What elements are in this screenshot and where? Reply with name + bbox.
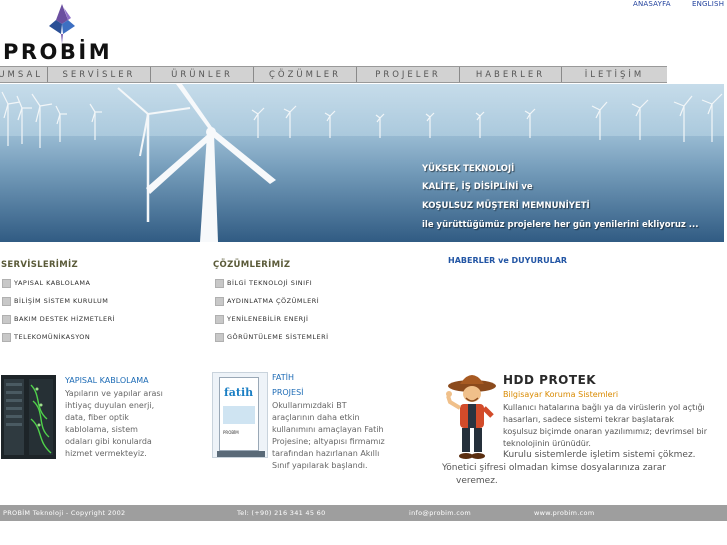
list-item[interactable]: BİLİŞİM SİSTEM KURULUM: [2, 292, 115, 310]
footer-copyright: PROBİM Teknoloji - Copyright 2002: [3, 509, 126, 517]
hdd-text-2-line-2: Yönetici şifresi olmadan kimse dosyaları…: [442, 463, 666, 473]
text-line: odaları gibi konularda: [65, 437, 152, 446]
top-links: ANASAYFA ENGLISH: [0, 0, 727, 10]
nav-label: HABERLER: [475, 69, 546, 80]
nav-item-urunler[interactable]: ÜRÜNLER: [151, 67, 254, 82]
footer-website[interactable]: www.probim.com: [534, 509, 594, 517]
list-item-label: BİLİŞİM SİSTEM KURULUM: [14, 297, 109, 305]
footer-email[interactable]: info@probim.com: [409, 509, 471, 517]
text-line: Sınıf yapılarak başlandı.: [272, 461, 368, 470]
poster-text: fatih: [224, 386, 254, 399]
poster-photo: [223, 406, 255, 424]
services-list: YAPISAL KABLOLAMA BİLİŞİM SİSTEM KURULUM…: [2, 274, 115, 346]
list-item[interactable]: TELEKOMÜNİKASYON: [2, 328, 115, 346]
text-line: hasarları, sadece sistemi tekrar başlata…: [503, 415, 675, 424]
cabling-title[interactable]: YAPISAL KABLOLAMA: [65, 376, 149, 385]
bullet-icon: [2, 332, 11, 342]
hdd-text-2-line-1: Kurulu sistemlerde işletim sistemi çökme…: [503, 450, 696, 460]
text-line: kablolama, sistem: [65, 425, 138, 434]
text-line: Okullarımızdaki BT: [272, 401, 347, 410]
text-line: data, fiber optik: [65, 413, 129, 422]
list-item[interactable]: AYDINLATMA ÇÖZÜMLERİ: [215, 292, 329, 310]
list-item-label: TELEKOMÜNİKASYON: [14, 333, 91, 341]
list-item[interactable]: GÖRÜNTÜLEME SİSTEMLERİ: [215, 328, 329, 346]
nav-label: İLETİŞİM: [584, 69, 645, 80]
list-item[interactable]: BİLGİ TEKNOLOJİ SINIFI: [215, 274, 329, 292]
poster-sub: PROBİM: [223, 430, 239, 435]
text-line: koşulsuz biçimde onaran yazılımımız; dev…: [503, 427, 708, 436]
text-line: Yapıların ve yapılar arası: [65, 389, 163, 398]
services-heading: SERVİSLERİMİZ: [1, 260, 78, 270]
bullet-icon: [215, 314, 224, 324]
nav-label: ÇÖZÜMLER: [268, 69, 342, 80]
list-item-label: YENİLENEBİLİR ENERJİ: [227, 315, 309, 323]
banner-line-3: KOŞULSUZ MÜŞTERİ MEMNUNİYETİ: [422, 201, 590, 211]
banner-line-2: KALİTE, İŞ DİSİPLİNİ ve: [422, 182, 533, 192]
nav-item-servisler[interactable]: SERVİSLER: [48, 67, 151, 82]
cabling-text: Yapıların ve yapılar arası ihtiyaç duyul…: [65, 388, 163, 460]
footer: PROBİM Teknoloji - Copyright 2002 Tel: (…: [0, 505, 727, 521]
poster-panel: fatih PROBİM: [219, 377, 259, 451]
hero-banner: YÜKSEK TEKNOLOJİ KALİTE, İŞ DİSİPLİNİ ve…: [0, 84, 724, 242]
nav-label: PROJELER: [375, 69, 441, 80]
text-line: tarafından hazırlanan Akıllı: [272, 449, 380, 458]
solutions-heading: ÇÖZÜMLERİMİZ: [213, 260, 291, 270]
main-nav: KURUMSAL SERVİSLER ÜRÜNLER ÇÖZÜMLER PROJ…: [0, 66, 667, 83]
list-item[interactable]: YENİLENEBİLİR ENERJİ: [215, 310, 329, 328]
footer-phone: Tel: (+90) 216 341 45 60: [237, 509, 326, 517]
bullet-icon: [2, 314, 11, 324]
text-line: hizmet vermekteyiz.: [65, 449, 147, 458]
probim-logo-icon[interactable]: [41, 2, 83, 44]
text-line: kullanımını amaçlayan Fatih: [272, 425, 384, 434]
list-item-label: AYDINLATMA ÇÖZÜMLERİ: [227, 297, 320, 305]
fatih-title-2[interactable]: PROJESİ: [272, 388, 304, 397]
fatih-poster-image[interactable]: fatih PROBİM: [212, 372, 268, 458]
hdd-subtitle: Bilgisayar Koruma Sistemleri: [503, 390, 619, 399]
hdd-text: Kullanıcı hatalarına bağlı ya da virüsle…: [503, 402, 707, 450]
bullet-icon: [215, 296, 224, 306]
list-item[interactable]: BAKIM DESTEK HİZMETLERİ: [2, 310, 115, 328]
server-rack-image[interactable]: [1, 375, 56, 459]
hdd-title[interactable]: HDD PROTEK: [503, 373, 596, 387]
news-heading[interactable]: HABERLER ve DUYURULAR: [448, 256, 567, 265]
bullet-icon: [2, 296, 11, 306]
list-item-label: GÖRÜNTÜLEME SİSTEMLERİ: [227, 333, 329, 341]
bullet-icon: [215, 278, 224, 288]
bullet-icon: [215, 332, 224, 342]
wind-turbines-image: [0, 84, 724, 242]
cowboy-mascot-image[interactable]: [446, 372, 498, 460]
list-item-label: BİLGİ TEKNOLOJİ SINIFI: [227, 279, 313, 287]
text-line: Kullanıcı hatalarına bağlı ya da virüsle…: [503, 403, 705, 412]
text-line: araçlarının daha etkin: [272, 413, 360, 422]
nav-item-kurumsal[interactable]: KURUMSAL: [0, 67, 48, 82]
solutions-list: BİLGİ TEKNOLOJİ SINIFI AYDINLATMA ÇÖZÜML…: [215, 274, 329, 346]
text-line: Projesine; altyapısı firmamız: [272, 437, 385, 446]
logo-text[interactable]: PROBİM: [3, 40, 112, 64]
home-link[interactable]: ANASAYFA: [633, 0, 671, 8]
nav-item-cozumler[interactable]: ÇÖZÜMLER: [254, 67, 357, 82]
english-link[interactable]: ENGLISH: [692, 0, 724, 8]
bullet-icon: [2, 278, 11, 288]
nav-label: ÜRÜNLER: [171, 69, 233, 80]
fatih-title-1[interactable]: FATİH: [272, 373, 294, 382]
nav-item-projeler[interactable]: PROJELER: [357, 67, 460, 82]
banner-line-4: ile yürüttüğümüz projelere her gün yenil…: [422, 220, 699, 230]
list-item[interactable]: YAPISAL KABLOLAMA: [2, 274, 115, 292]
nav-label: SERVİSLER: [62, 69, 136, 80]
text-line: ihtiyaç duyulan enerji,: [65, 401, 155, 410]
nav-label: KURUMSAL: [0, 69, 43, 80]
hdd-text-2-line-3: veremez.: [456, 476, 498, 486]
poster-stand: [217, 451, 265, 457]
fatih-text: Okullarımızdaki BT araçlarının daha etki…: [272, 400, 385, 472]
nav-item-haberler[interactable]: HABERLER: [460, 67, 562, 82]
list-item-label: YAPISAL KABLOLAMA: [14, 279, 91, 287]
banner-line-1: YÜKSEK TEKNOLOJİ: [422, 164, 515, 174]
list-item-label: BAKIM DESTEK HİZMETLERİ: [14, 315, 116, 323]
nav-item-iletisim[interactable]: İLETİŞİM: [562, 67, 667, 82]
